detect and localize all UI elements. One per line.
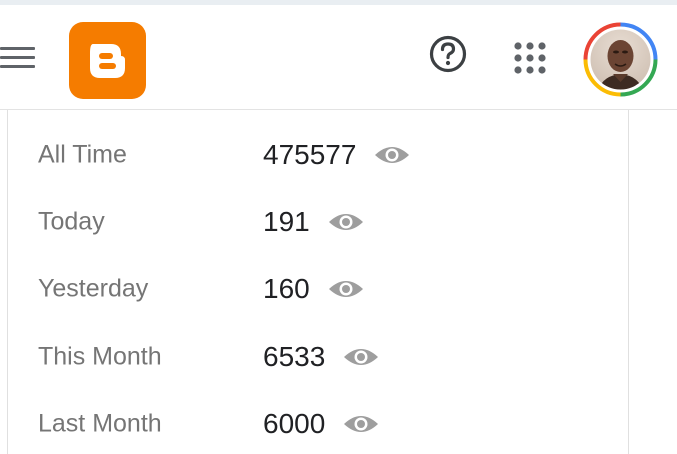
blogger-stats-page: All Time 475577 Today 191 Yesterday 160 … bbox=[0, 0, 677, 454]
stat-value-group: 475577 bbox=[263, 139, 410, 171]
stat-row-today: Today 191 bbox=[8, 192, 628, 252]
stat-label: Last Month bbox=[38, 409, 162, 438]
blogger-logo[interactable] bbox=[69, 22, 146, 99]
stat-label: Today bbox=[38, 207, 105, 236]
eye-icon[interactable] bbox=[343, 413, 379, 435]
stat-value-group: 191 bbox=[263, 206, 364, 238]
stat-value-group: 6533 bbox=[263, 341, 379, 373]
eye-icon[interactable] bbox=[343, 346, 379, 368]
stat-value: 191 bbox=[263, 206, 310, 237]
stat-value-group: 6000 bbox=[263, 408, 379, 440]
eye-icon[interactable] bbox=[374, 144, 410, 166]
app-header bbox=[0, 5, 677, 110]
stat-label: Yesterday bbox=[38, 274, 149, 303]
stat-row-all-time: All Time 475577 bbox=[8, 125, 628, 185]
account-avatar-button[interactable] bbox=[583, 22, 658, 97]
apps-button[interactable] bbox=[512, 40, 548, 76]
stat-value: 6533 bbox=[263, 341, 326, 372]
user-avatar bbox=[583, 22, 658, 97]
stat-value-group: 160 bbox=[263, 273, 364, 305]
stat-value: 160 bbox=[263, 273, 310, 304]
help-circle-icon bbox=[429, 35, 467, 73]
eye-icon[interactable] bbox=[328, 211, 364, 233]
stat-row-yesterday: Yesterday 160 bbox=[8, 259, 628, 319]
apps-grid-icon bbox=[514, 42, 546, 74]
stats-panel: All Time 475577 Today 191 Yesterday 160 … bbox=[7, 110, 629, 454]
stat-row-last-month: Last Month 6000 bbox=[8, 394, 628, 454]
stat-label: All Time bbox=[38, 140, 127, 169]
menu-button[interactable] bbox=[0, 38, 40, 78]
eye-icon[interactable] bbox=[328, 278, 364, 300]
stat-value: 475577 bbox=[263, 139, 357, 170]
stat-row-this-month: This Month 6533 bbox=[8, 327, 628, 387]
stat-value: 6000 bbox=[263, 408, 326, 439]
blogger-logo-icon bbox=[90, 44, 125, 78]
stat-label: This Month bbox=[38, 342, 162, 371]
help-button[interactable] bbox=[428, 34, 468, 74]
